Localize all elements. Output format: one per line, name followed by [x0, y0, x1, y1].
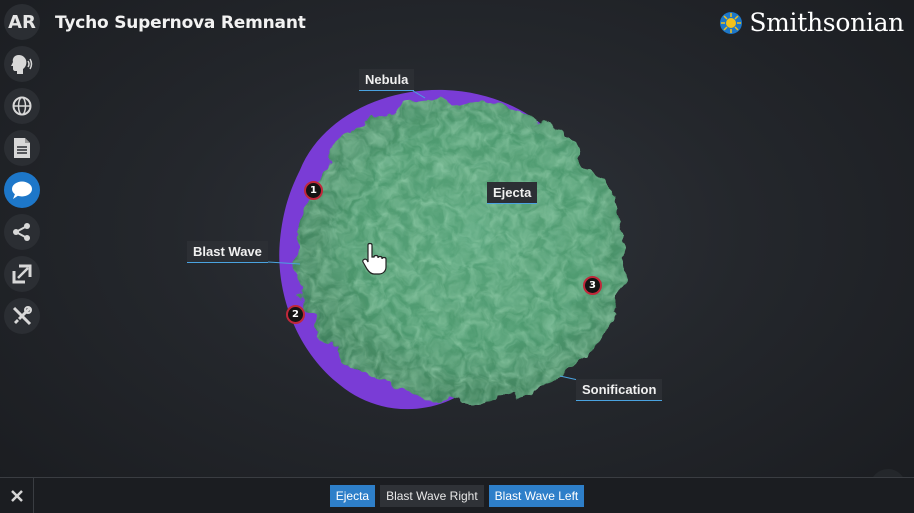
model-viewport[interactable]: [0, 0, 914, 513]
annotation-nebula[interactable]: Nebula: [359, 69, 415, 91]
annotation-ejecta[interactable]: Ejecta: [487, 182, 538, 204]
annotation-marker-2[interactable]: 2: [286, 305, 305, 324]
ar-button[interactable]: AR: [4, 4, 40, 40]
sun-logo-icon: [720, 11, 743, 34]
annotation-marker-1[interactable]: 1: [304, 181, 323, 200]
tour-bar: Ejecta Blast Wave Right Blast Wave Left: [0, 477, 914, 513]
sidebar: AR: [4, 4, 42, 340]
fullscreen-button[interactable]: [4, 256, 40, 292]
document-icon: [14, 138, 30, 158]
annotation-marker-3[interactable]: 3: [583, 276, 602, 295]
tour-tab-blast-wave-left[interactable]: Blast Wave Left: [488, 485, 585, 507]
share-icon: [13, 223, 30, 241]
globe-icon: [12, 96, 32, 116]
tools-icon: [12, 306, 32, 326]
annotation-sonification[interactable]: Sonification: [576, 379, 663, 401]
tour-tab-ejecta[interactable]: Ejecta: [329, 485, 376, 507]
brand-name: Smithsonian: [749, 8, 904, 37]
speaking-head-icon: [11, 55, 33, 74]
audio-button[interactable]: [4, 46, 40, 82]
annotations-button[interactable]: [4, 172, 40, 208]
ejecta-texture: [296, 99, 625, 403]
speech-bubble-icon: [12, 181, 32, 199]
share-button[interactable]: [4, 214, 40, 250]
annotation-blast-wave[interactable]: Blast Wave: [187, 241, 268, 263]
brand-logo[interactable]: Smithsonian: [719, 8, 904, 37]
expand-icon: [12, 264, 32, 284]
page-title: Tycho Supernova Remnant: [55, 13, 306, 33]
tour-tab-blast-wave-right[interactable]: Blast Wave Right: [380, 485, 484, 507]
language-button[interactable]: [4, 88, 40, 124]
document-button[interactable]: [4, 130, 40, 166]
tour-tabs: Ejecta Blast Wave Right Blast Wave Left: [0, 485, 914, 507]
tools-button[interactable]: [4, 298, 40, 334]
